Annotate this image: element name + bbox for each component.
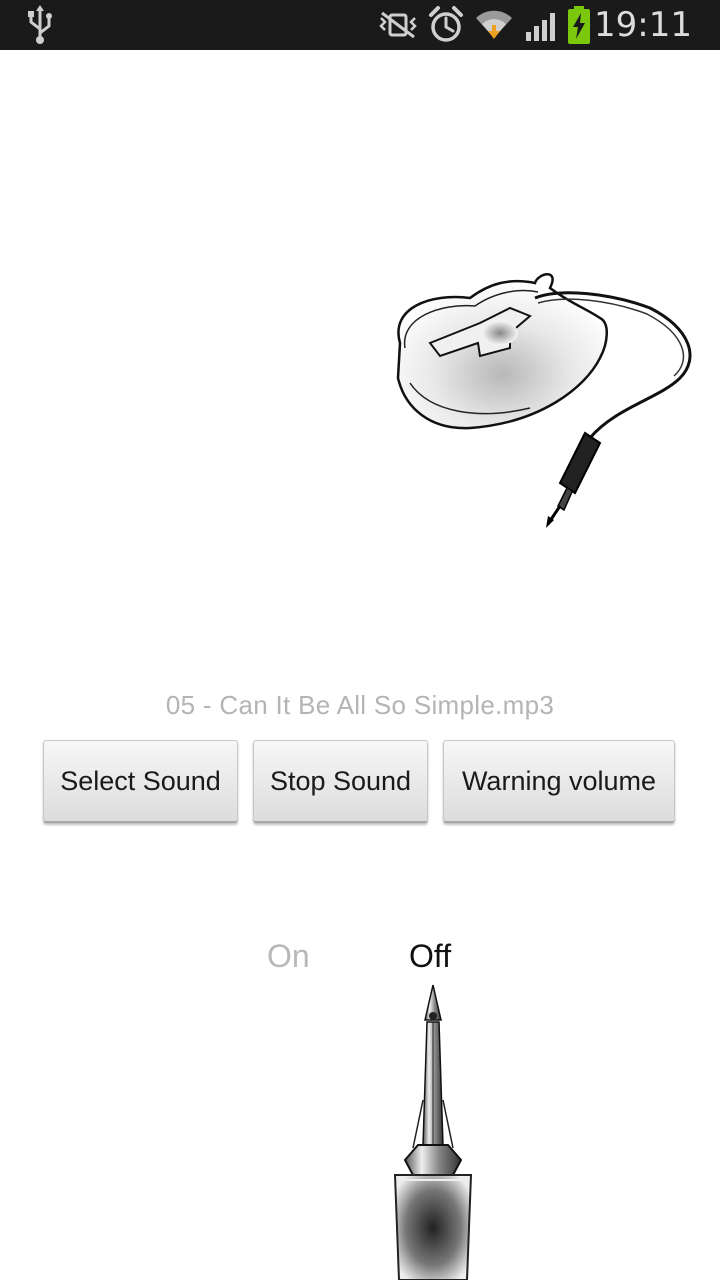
signal-icon bbox=[524, 0, 562, 50]
switch-on-label[interactable]: On bbox=[267, 938, 310, 975]
battery-charging-icon bbox=[566, 0, 592, 50]
stop-sound-button[interactable]: Stop Sound bbox=[253, 740, 428, 823]
select-sound-button[interactable]: Select Sound bbox=[43, 740, 238, 823]
status-clock: 19:11 bbox=[594, 5, 692, 45]
usb-icon bbox=[26, 0, 54, 50]
vibrate-icon bbox=[378, 0, 418, 50]
switch-off-label[interactable]: Off bbox=[409, 938, 451, 975]
guitar-illustration bbox=[360, 248, 720, 540]
status-bar: 19:11 bbox=[0, 0, 720, 50]
warning-volume-button[interactable]: Warning volume bbox=[443, 740, 675, 823]
alarm-icon bbox=[428, 0, 464, 50]
wifi-icon bbox=[474, 0, 514, 50]
toggle-lever[interactable] bbox=[383, 980, 483, 1280]
now-playing-filename: 05 - Can It Be All So Simple.mp3 bbox=[165, 690, 555, 720]
